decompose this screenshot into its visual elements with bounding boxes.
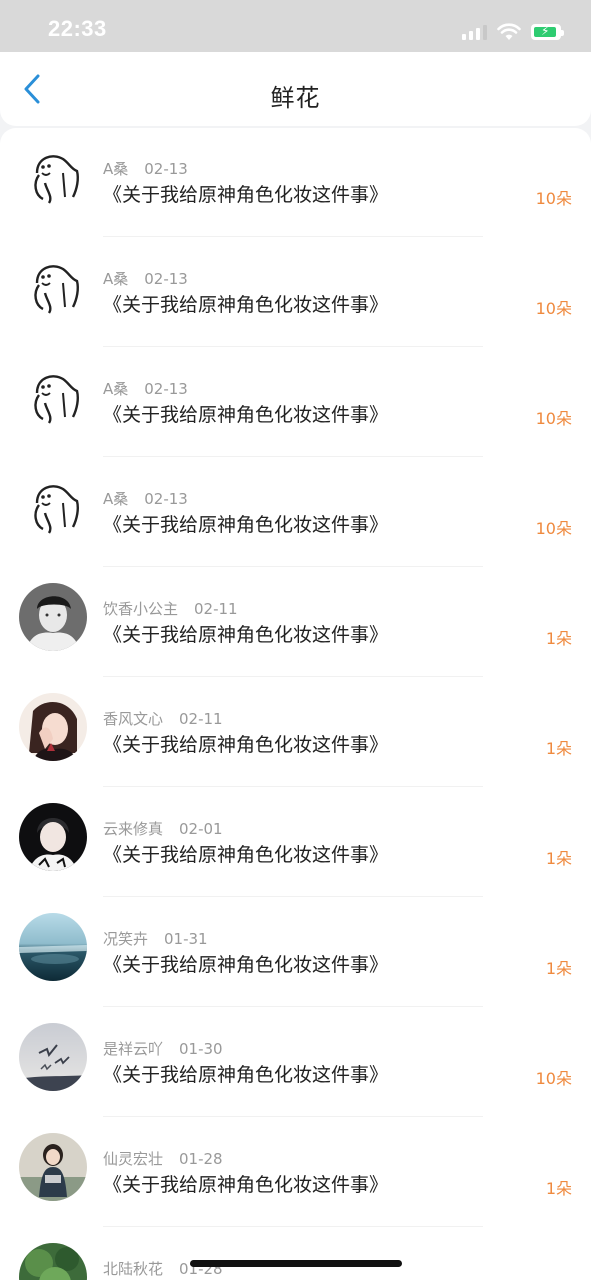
avatar[interactable]: [19, 363, 87, 431]
item-meta: A桑 02-13: [103, 378, 188, 399]
flower-amount: 10朵: [535, 1069, 572, 1088]
item-meta: 云来修真 02-01: [103, 818, 223, 839]
avatar[interactable]: [19, 1133, 87, 1201]
item-meta: 饮香小公主 02-11: [103, 598, 238, 619]
work-title[interactable]: 《关于我给原神角色化妆这件事》: [103, 400, 388, 427]
work-title[interactable]: 《关于我给原神角色化妆这件事》: [103, 840, 388, 867]
divider: [103, 1226, 483, 1227]
status-icons: ⚡: [462, 20, 564, 44]
item-meta: 是祥云吖 01-30: [103, 1038, 223, 1059]
gift-date: 02-01: [179, 820, 223, 838]
list-item[interactable]: 仙灵宏壮 01-28 《关于我给原神角色化妆这件事》 1朵: [0, 1118, 591, 1228]
divider: [103, 346, 483, 347]
list-item[interactable]: 是祥云吖 01-30 《关于我给原神角色化妆这件事》 10朵: [0, 1008, 591, 1118]
avatar[interactable]: [19, 913, 87, 981]
user-name[interactable]: 是祥云吖: [103, 1040, 163, 1058]
gift-date: 02-13: [144, 490, 188, 508]
flower-amount: 1朵: [545, 629, 572, 648]
page-title: 鲜花: [270, 84, 321, 112]
user-name[interactable]: 饮香小公主: [103, 600, 178, 618]
item-meta: 况笑卉 01-31: [103, 928, 208, 949]
avatar[interactable]: [19, 473, 87, 541]
avatar[interactable]: [19, 803, 87, 871]
flower-amount: 10朵: [535, 409, 572, 428]
work-title[interactable]: 《关于我给原神角色化妆这件事》: [103, 730, 388, 757]
flower-amount: 10朵: [535, 299, 572, 318]
gift-date: 01-31: [164, 930, 208, 948]
list-item[interactable]: A桑 02-13 《关于我给原神角色化妆这件事》 10朵: [0, 238, 591, 348]
user-name[interactable]: A桑: [103, 380, 128, 398]
user-name[interactable]: 北陆秋花: [103, 1260, 163, 1278]
work-title[interactable]: 《关于我给原神角色化妆这件事》: [103, 620, 388, 647]
user-name[interactable]: A桑: [103, 160, 128, 178]
status-bar: 22:33 ⚡: [0, 0, 591, 52]
divider: [103, 896, 483, 897]
gift-date: 02-11: [194, 600, 238, 618]
item-meta: A桑 02-13: [103, 158, 188, 179]
item-meta: 香风文心 02-11: [103, 708, 223, 729]
work-title[interactable]: 《关于我给原神角色化妆这件事》: [103, 510, 388, 537]
user-name[interactable]: 云来修真: [103, 820, 163, 838]
avatar[interactable]: [19, 253, 87, 321]
divider: [103, 236, 483, 237]
battery-charging-icon: ⚡: [531, 24, 564, 40]
flower-record-list: A桑 02-13 《关于我给原神角色化妆这件事》 10朵 A桑 02-13 《关于我给原神角…: [0, 128, 591, 1280]
divider: [103, 566, 483, 567]
home-indicator[interactable]: [190, 1260, 402, 1267]
list-item[interactable]: 况笑卉 01-31 《关于我给原神角色化妆这件事》 1朵: [0, 898, 591, 1008]
list-item[interactable]: 云来修真 02-01 《关于我给原神角色化妆这件事》 1朵: [0, 788, 591, 898]
flower-amount: 10朵: [535, 519, 572, 538]
navigation-bar: 鲜花: [0, 52, 591, 126]
item-meta: A桑 02-13: [103, 488, 188, 509]
list-item[interactable]: 香风文心 02-11 《关于我给原神角色化妆这件事》 1朵: [0, 678, 591, 788]
flower-amount: 10朵: [535, 189, 572, 208]
divider: [103, 456, 483, 457]
cellular-signal-icon: [462, 24, 487, 40]
item-meta: 仙灵宏壮 01-28: [103, 1148, 223, 1169]
gift-date: 02-11: [179, 710, 223, 728]
flower-amount: 1朵: [545, 959, 572, 978]
gift-date: 02-13: [144, 380, 188, 398]
divider: [103, 1006, 483, 1007]
list-item[interactable]: A桑 02-13 《关于我给原神角色化妆这件事》 10朵: [0, 128, 591, 238]
work-title[interactable]: 《关于我给原神角色化妆这件事》: [103, 180, 388, 207]
screen: 22:33 ⚡ 鲜花 A桑 02-13 《关于我给原神角色化妆这件事》 10朵 A桑 02…: [0, 0, 591, 1280]
user-name[interactable]: 香风文心: [103, 710, 163, 728]
flower-amount: 1朵: [545, 849, 572, 868]
gift-date: 01-30: [179, 1040, 223, 1058]
work-title[interactable]: 《关于我给原神角色化妆这件事》: [103, 1170, 388, 1197]
gift-date: 01-28: [179, 1150, 223, 1168]
work-title[interactable]: 《关于我给原神角色化妆这件事》: [103, 950, 388, 977]
status-time: 22:33: [48, 16, 107, 41]
work-title[interactable]: 《关于我给原神角色化妆这件事》: [103, 1060, 388, 1087]
list-item[interactable]: 北陆秋花 01-28: [0, 1228, 591, 1280]
wifi-icon: [497, 23, 521, 40]
gift-date: 02-13: [144, 160, 188, 178]
user-name[interactable]: 仙灵宏壮: [103, 1150, 163, 1168]
avatar[interactable]: [19, 583, 87, 651]
list-item[interactable]: A桑 02-13 《关于我给原神角色化妆这件事》 10朵: [0, 458, 591, 568]
work-title[interactable]: 《关于我给原神角色化妆这件事》: [103, 290, 388, 317]
divider: [103, 676, 483, 677]
gift-date: 02-13: [144, 270, 188, 288]
list-item[interactable]: 饮香小公主 02-11 《关于我给原神角色化妆这件事》 1朵: [0, 568, 591, 678]
flower-amount: 1朵: [545, 739, 572, 758]
list-item[interactable]: A桑 02-13 《关于我给原神角色化妆这件事》 10朵: [0, 348, 591, 458]
user-name[interactable]: 况笑卉: [103, 930, 148, 948]
item-meta: A桑 02-13: [103, 268, 188, 289]
flower-amount: 1朵: [545, 1179, 572, 1198]
user-name[interactable]: A桑: [103, 270, 128, 288]
divider: [103, 786, 483, 787]
avatar[interactable]: [19, 1243, 87, 1280]
user-name[interactable]: A桑: [103, 490, 128, 508]
divider: [103, 1116, 483, 1117]
avatar[interactable]: [19, 143, 87, 211]
avatar[interactable]: [19, 693, 87, 761]
avatar[interactable]: [19, 1023, 87, 1091]
